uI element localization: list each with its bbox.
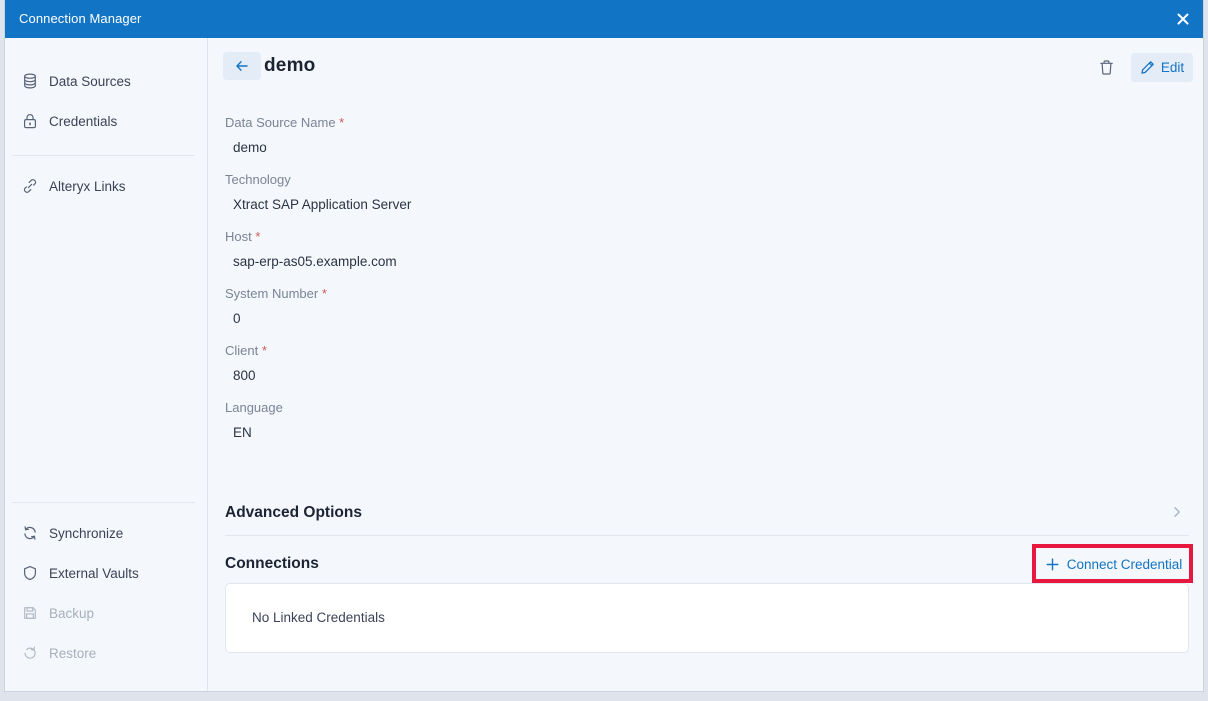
- edit-button-label: Edit: [1160, 60, 1185, 75]
- sidebar-item-label: Alteryx Links: [49, 178, 126, 194]
- title-bar: Connection Manager: [5, 0, 1203, 38]
- sidebar-item-label: Data Sources: [49, 73, 131, 89]
- connections-title: Connections: [225, 555, 319, 572]
- field-value: demo: [233, 140, 267, 155]
- connections-list-card: No Linked Credentials: [225, 583, 1189, 653]
- sidebar-item-synchronize[interactable]: Synchronize: [5, 518, 208, 548]
- field-value: Xtract SAP Application Server: [233, 197, 412, 212]
- sidebar-item-external-vaults[interactable]: External Vaults: [5, 558, 208, 588]
- detail-header: demo Edit: [209, 38, 1203, 98]
- field-language: Language EN: [225, 399, 1185, 442]
- connect-credential-button[interactable]: Connect Credential: [1038, 549, 1189, 579]
- sidebar-divider-2: [12, 502, 195, 503]
- field-label: Client *: [225, 343, 267, 358]
- pencil-icon: [1141, 61, 1154, 74]
- required-asterisk: *: [251, 229, 261, 244]
- connections-empty-text: No Linked Credentials: [252, 610, 385, 625]
- save-icon: [19, 602, 41, 624]
- sidebar-item-label: External Vaults: [49, 565, 139, 581]
- advanced-options-title: Advanced Options: [225, 504, 362, 521]
- close-glyph: [1177, 13, 1189, 25]
- edit-button[interactable]: Edit: [1131, 53, 1193, 82]
- sidebar-item-data-sources[interactable]: Data Sources: [5, 66, 208, 96]
- field-label: Data Source Name *: [225, 115, 345, 130]
- required-asterisk: *: [318, 286, 327, 301]
- shield-icon: [19, 562, 41, 584]
- sidebar-item-backup[interactable]: Backup: [5, 598, 208, 628]
- sidebar-item-alteryx-links[interactable]: Alteryx Links: [5, 171, 208, 201]
- close-icon[interactable]: [1161, 0, 1203, 38]
- field-label: System Number *: [225, 286, 327, 301]
- back-button[interactable]: [223, 52, 261, 80]
- sidebar-item-label: Backup: [49, 605, 95, 621]
- window-title: Connection Manager: [19, 11, 142, 26]
- page-title: demo: [264, 55, 316, 76]
- field-client: Client * 800: [225, 342, 1185, 385]
- required-asterisk: *: [258, 343, 267, 358]
- sync-icon: [19, 522, 41, 544]
- sidebar-item-credentials[interactable]: Credentials: [5, 106, 208, 136]
- chevron-right-icon[interactable]: [1167, 502, 1187, 522]
- sidebar-divider-1: [12, 155, 195, 156]
- link-icon: [19, 175, 41, 197]
- field-label: Technology: [225, 172, 291, 187]
- restore-icon: [19, 642, 41, 664]
- field-value: 800: [233, 368, 256, 383]
- connection-manager-window: Connection Manager Data Sources Credenti…: [4, 0, 1204, 692]
- trash-icon: [1099, 59, 1113, 75]
- connect-credential-label: Connect Credential: [1066, 556, 1183, 572]
- field-technology: Technology Xtract SAP Application Server: [225, 171, 1185, 214]
- field-label: Host *: [225, 229, 261, 244]
- delete-button[interactable]: [1092, 53, 1120, 81]
- field-data-source-name: Data Source Name * demo: [225, 114, 1185, 157]
- lock-icon: [19, 110, 41, 132]
- data-source-fields: Data Source Name * demo Technology Xtrac…: [225, 114, 1185, 456]
- section-divider: [225, 535, 1189, 536]
- sidebar: Data Sources Credentials Alteryx Links S…: [5, 38, 208, 691]
- database-icon: [19, 70, 41, 92]
- field-host: Host * sap-erp-as05.example.com: [225, 228, 1185, 271]
- required-asterisk: *: [335, 115, 345, 130]
- sidebar-item-label: Restore: [49, 645, 97, 661]
- field-system-number: System Number * 0: [225, 285, 1185, 328]
- sidebar-item-label: Credentials: [49, 113, 118, 129]
- field-value: EN: [233, 425, 252, 440]
- plus-icon: [1046, 558, 1059, 570]
- field-label: Language: [225, 400, 283, 415]
- arrow-left-icon: [236, 61, 248, 71]
- field-value: 0: [233, 311, 241, 326]
- sidebar-item-restore[interactable]: Restore: [5, 638, 208, 668]
- main-panel: demo Edit Data Source Name * demo Techno…: [209, 38, 1203, 691]
- chevron-right-glyph: [1174, 507, 1180, 517]
- field-value: sap-erp-as05.example.com: [233, 254, 397, 269]
- advanced-options-section[interactable]: Advanced Options: [225, 500, 1189, 548]
- sidebar-item-label: Synchronize: [49, 525, 124, 541]
